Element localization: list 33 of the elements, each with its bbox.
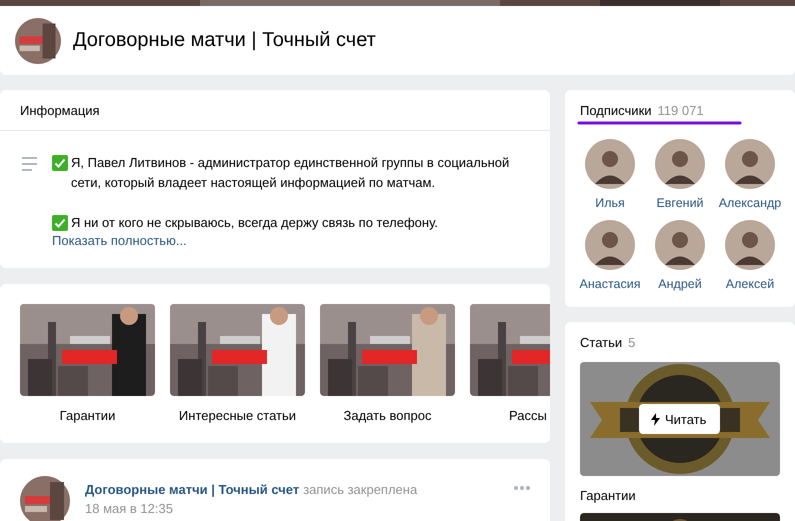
pinned-note: запись закреплена: [303, 482, 418, 497]
avatar[interactable]: [585, 220, 635, 270]
avatar[interactable]: [655, 139, 705, 189]
check-mark-icon: [52, 215, 68, 231]
article-title[interactable]: Гарантии: [580, 488, 780, 503]
lightning-icon: [651, 412, 660, 426]
subscriber-name[interactable]: Алексей: [726, 277, 774, 291]
description-text: Я, Павел Литвинов - администратор единственной группы в социальной сети, который владеет настоящей информацией по матчам.: [71, 154, 510, 192]
subscriber-name[interactable]: Евгений: [656, 196, 704, 210]
avatar[interactable]: [725, 220, 775, 270]
avatar[interactable]: [585, 139, 635, 189]
check-mark-icon: [52, 155, 68, 171]
menu-label[interactable]: Задать вопрос: [344, 408, 432, 423]
menu-label[interactable]: Интересные статьи: [178, 408, 296, 423]
subscribers-count: 119 071: [658, 103, 704, 118]
group-title: Договорные матчи | Точный счет: [73, 29, 376, 52]
menu-label[interactable]: Рассы: [509, 408, 547, 423]
subscriber-name[interactable]: Александр: [718, 196, 782, 210]
description-icon: [22, 157, 38, 171]
card-title: Информация: [20, 102, 100, 118]
avatar[interactable]: [725, 139, 775, 189]
subscriber-name[interactable]: Илья: [595, 196, 625, 210]
articles-count: 5: [628, 335, 636, 350]
subscriber-name[interactable]: Анастасия: [580, 277, 640, 291]
subscribers-title[interactable]: Подписчики: [580, 103, 652, 118]
subscriber-name[interactable]: Андрей: [658, 277, 702, 291]
menu-label[interactable]: Гарантии: [60, 408, 116, 423]
avatar[interactable]: [655, 220, 705, 270]
read-button[interactable]: Читать: [639, 404, 720, 434]
articles-title[interactable]: Статьи: [580, 335, 622, 350]
description-text: Я ни от кого не скрываюсь, всегда держу связь по телефону.: [71, 214, 438, 232]
show-more-link[interactable]: Показать полностью...: [52, 233, 530, 248]
post-author[interactable]: Договорные матчи | Точный счет: [85, 482, 300, 497]
